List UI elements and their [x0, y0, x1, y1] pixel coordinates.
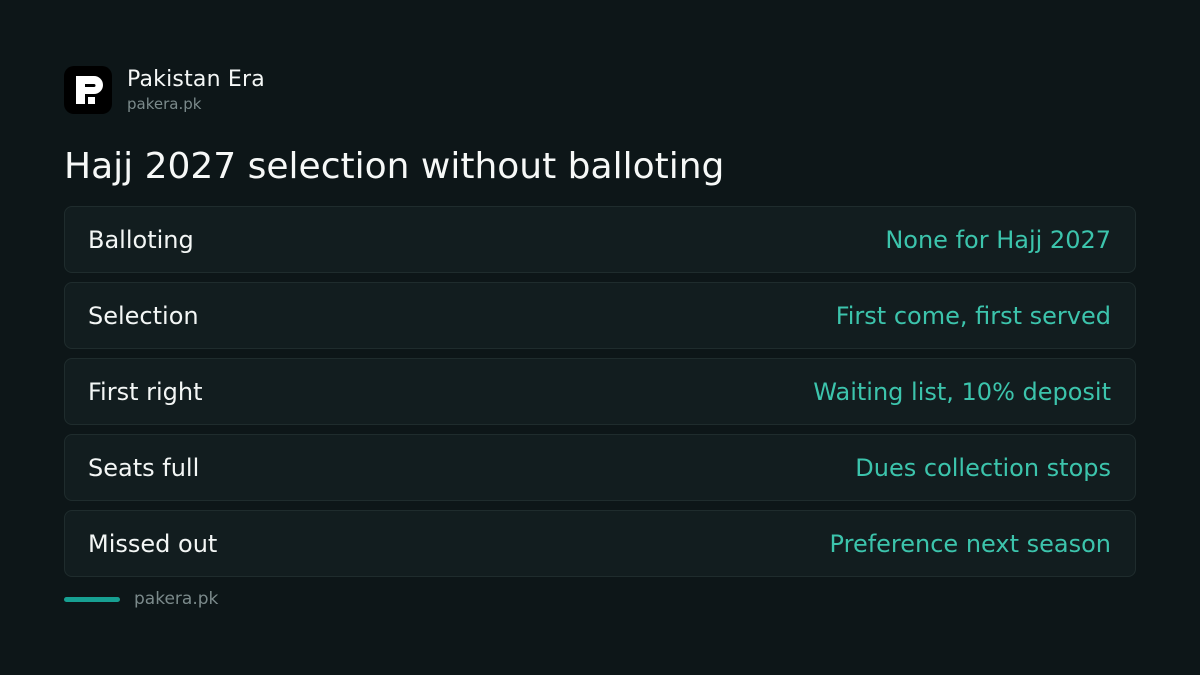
row-value: None for Hajj 2027 — [885, 225, 1111, 254]
footer: pakera.pk — [64, 587, 218, 611]
info-rows: Balloting None for Hajj 2027 Selection F… — [64, 206, 1136, 586]
footer-accent-bar — [64, 596, 120, 602]
info-row-selection: Selection First come, first served — [64, 282, 1136, 349]
row-label: Missed out — [88, 529, 218, 558]
logo-mark — [76, 76, 103, 104]
row-value: Preference next season — [829, 529, 1111, 558]
brand-name: Pakistan Era — [127, 66, 265, 92]
pakera-logo-icon — [64, 66, 112, 114]
row-label: Selection — [88, 301, 199, 330]
row-label: First right — [88, 377, 203, 406]
brand-header: Pakistan Era pakera.pk — [64, 66, 265, 114]
footer-domain: pakera.pk — [134, 589, 219, 609]
page-title: Hajj 2027 selection without balloting — [64, 146, 725, 187]
info-row-balloting: Balloting None for Hajj 2027 — [64, 206, 1136, 273]
info-row-missed-out: Missed out Preference next season — [64, 510, 1136, 577]
row-value: Dues collection stops — [855, 453, 1111, 482]
info-row-seats-full: Seats full Dues collection stops — [64, 434, 1136, 501]
brand-text: Pakistan Era pakera.pk — [127, 67, 265, 114]
row-label: Seats full — [88, 453, 200, 482]
row-value: First come, first served — [835, 301, 1111, 330]
brand-domain: pakera.pk — [127, 94, 202, 113]
row-label: Balloting — [88, 225, 194, 254]
row-value: Waiting list, 10% deposit — [813, 377, 1111, 406]
info-row-first-right: First right Waiting list, 10% deposit — [64, 358, 1136, 425]
